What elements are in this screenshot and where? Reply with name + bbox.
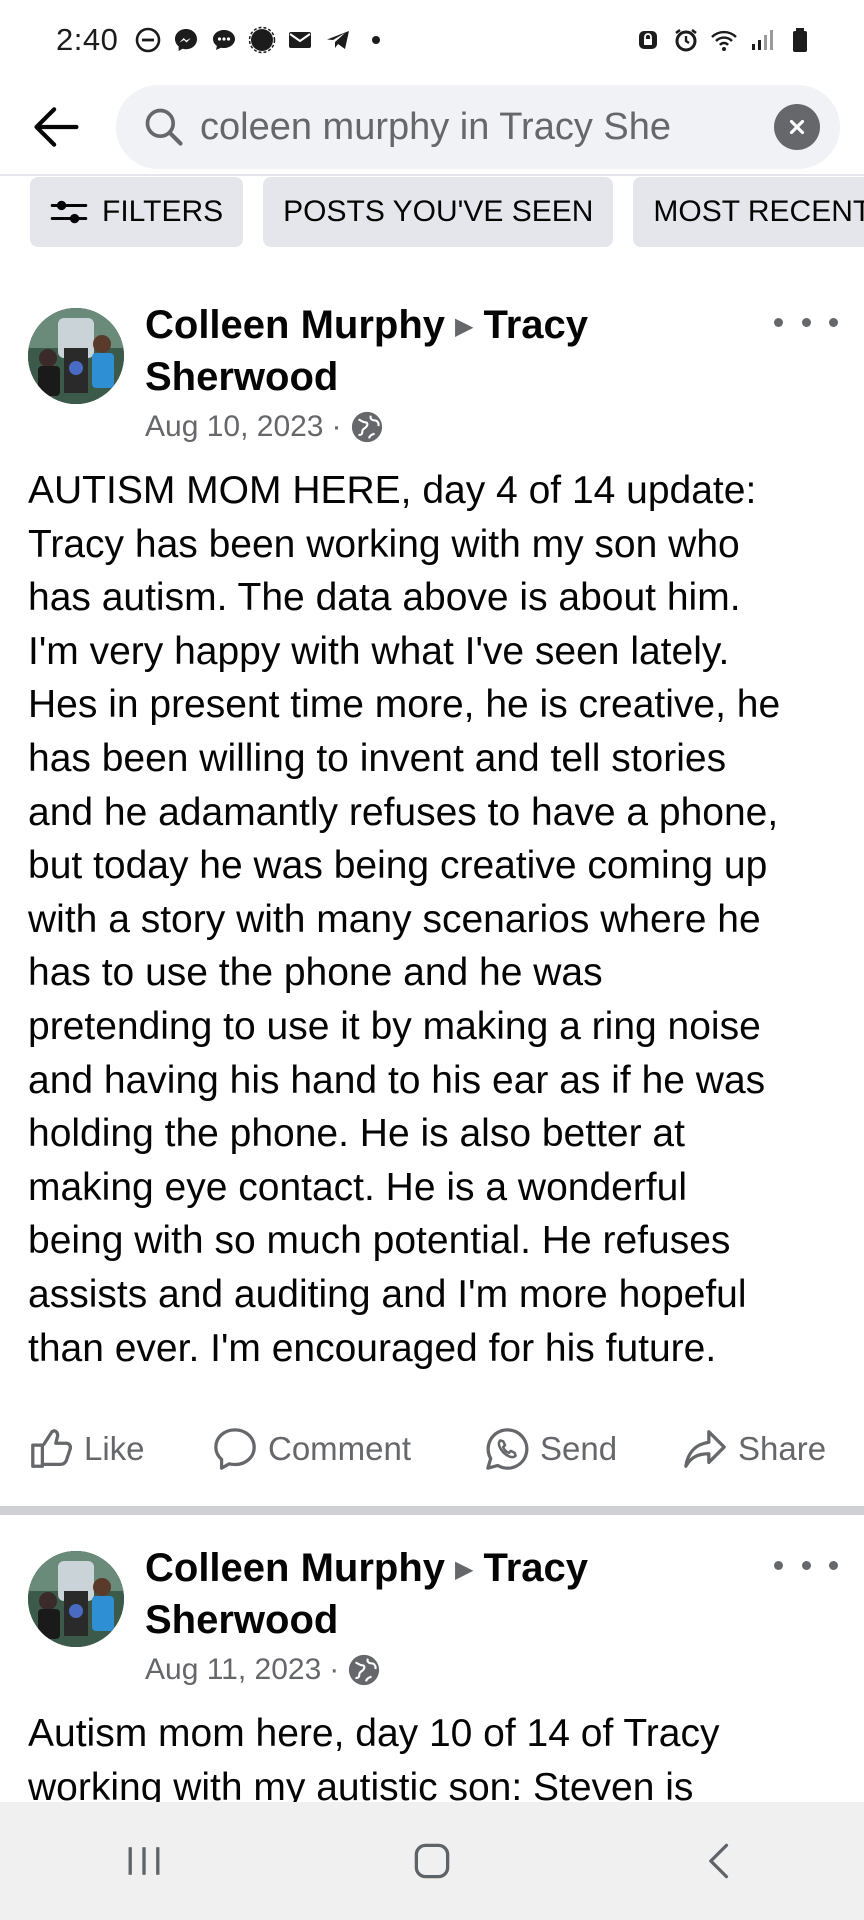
do-not-disturb-icon bbox=[134, 26, 162, 54]
comment-label: Comment bbox=[268, 1430, 412, 1467]
recent-apps-icon bbox=[128, 1847, 160, 1875]
filters-chip-label: FILTERS bbox=[102, 195, 224, 228]
post: Colleen Murphy ▶ Tracy Sherwood Aug 11, 20… bbox=[0, 1543, 864, 1814]
post-more-button[interactable] bbox=[774, 1545, 838, 1585]
wifi-icon bbox=[710, 26, 738, 54]
post-separator bbox=[0, 1506, 864, 1515]
dot-icon bbox=[362, 26, 390, 54]
post-author[interactable]: Colleen Murphy bbox=[145, 303, 445, 347]
status-left: 2:40 bbox=[56, 22, 390, 58]
dot bbox=[801, 317, 811, 327]
post-author[interactable]: Colleen Murphy bbox=[145, 1546, 445, 1590]
post-arrow-icon: ▶ bbox=[455, 313, 474, 340]
post-meta-separator: · bbox=[331, 410, 342, 443]
clear-search-button[interactable] bbox=[774, 104, 820, 150]
messenger-icon bbox=[172, 26, 200, 54]
dot bbox=[829, 1560, 838, 1570]
post-action-bar: Like Comment Send Share bbox=[0, 1404, 864, 1494]
post-arrow-icon: ▶ bbox=[455, 1556, 474, 1583]
post-meta: Aug 11, 2023 · bbox=[145, 1653, 381, 1687]
avatar[interactable] bbox=[28, 308, 124, 404]
post-text: Autism mom here, day 10 of 14 of Tracy w… bbox=[28, 1712, 720, 1809]
circle-badge-icon bbox=[248, 26, 276, 54]
whatsapp-icon bbox=[486, 1428, 529, 1470]
globe-icon bbox=[350, 410, 384, 444]
navigation-bar bbox=[0, 1802, 864, 1920]
search-input[interactable]: coleen murphy in Tracy She bbox=[200, 106, 760, 149]
dot bbox=[829, 317, 838, 327]
post-header: Colleen Murphy ▶ Tracy Sherwood Aug 11, 20… bbox=[0, 1543, 864, 1703]
signal-icon bbox=[748, 26, 776, 54]
most-recent-chip[interactable]: MOST RECENT bbox=[633, 177, 864, 247]
share-button[interactable]: Share bbox=[682, 1426, 826, 1472]
system-back-button[interactable] bbox=[670, 1811, 770, 1911]
filter-chips: FILTERS POSTS YOU'VE SEEN MOST RECENT bbox=[30, 177, 864, 247]
sliders-icon bbox=[50, 198, 88, 226]
chat-icon bbox=[210, 26, 238, 54]
filters-chip[interactable]: FILTERS bbox=[30, 177, 244, 247]
recent-apps-button[interactable] bbox=[94, 1811, 194, 1911]
search-icon bbox=[145, 108, 183, 146]
most-recent-chip-label: MOST RECENT bbox=[653, 195, 864, 228]
home-button[interactable] bbox=[382, 1811, 482, 1911]
dot bbox=[774, 1560, 783, 1570]
posts-youve-seen-chip-label: POSTS YOU'VE SEEN bbox=[283, 195, 594, 228]
comment-button[interactable]: Comment bbox=[212, 1426, 411, 1472]
telegram-icon bbox=[324, 26, 352, 54]
post-header: Colleen Murphy ▶ Tracy Sherwood Aug 10, 20… bbox=[0, 300, 864, 460]
mail-icon bbox=[286, 26, 314, 54]
like-icon bbox=[31, 1429, 73, 1468]
like-button[interactable]: Like bbox=[28, 1426, 145, 1472]
alarm-icon bbox=[672, 26, 700, 54]
close-icon bbox=[789, 119, 805, 135]
back-button[interactable] bbox=[28, 99, 84, 155]
battery-icon bbox=[786, 26, 814, 54]
header-divider bbox=[0, 174, 864, 176]
facebook-search-results-screen: 2:40 coleen murphy in Tracy She FILTERS … bbox=[0, 0, 864, 1920]
post-date[interactable]: Aug 10, 2023 bbox=[145, 410, 324, 444]
back-arrow-icon bbox=[34, 107, 79, 147]
search-header: coleen murphy in Tracy She bbox=[0, 80, 864, 174]
comment-icon bbox=[214, 1428, 256, 1470]
post-more-button[interactable] bbox=[774, 302, 838, 342]
status-right bbox=[634, 26, 814, 54]
post-meta: Aug 10, 2023 · bbox=[145, 410, 384, 444]
post-text: AUTISM MOM HERE, day 4 of 14 update: Tra… bbox=[28, 469, 781, 1370]
post-date[interactable]: Aug 11, 2023 bbox=[145, 1653, 321, 1687]
globe-icon bbox=[347, 1653, 381, 1687]
status-time: 2:40 bbox=[56, 22, 119, 57]
send-button[interactable]: Send bbox=[484, 1426, 617, 1472]
avatar[interactable] bbox=[28, 1551, 124, 1647]
post-author-line: Colleen Murphy ▶ Tracy Sherwood bbox=[145, 300, 745, 402]
chevron-left-icon bbox=[709, 1843, 729, 1879]
dot bbox=[774, 317, 783, 327]
share-label: Share bbox=[738, 1430, 827, 1467]
posts-youve-seen-chip[interactable]: POSTS YOU'VE SEEN bbox=[263, 177, 614, 247]
status-bar: 2:40 bbox=[0, 0, 864, 80]
lock-icon bbox=[634, 26, 662, 54]
post-meta-separator: · bbox=[329, 1653, 340, 1686]
share-icon bbox=[684, 1430, 726, 1468]
send-label: Send bbox=[540, 1430, 618, 1467]
like-label: Like bbox=[84, 1430, 145, 1467]
post-author-line: Colleen Murphy ▶ Tracy Sherwood bbox=[145, 1543, 745, 1645]
search-box[interactable]: coleen murphy in Tracy She bbox=[116, 85, 840, 169]
post: Colleen Murphy ▶ Tracy Sherwood Aug 10, 20… bbox=[0, 300, 864, 1375]
home-icon bbox=[414, 1843, 450, 1879]
dot bbox=[801, 1560, 811, 1570]
